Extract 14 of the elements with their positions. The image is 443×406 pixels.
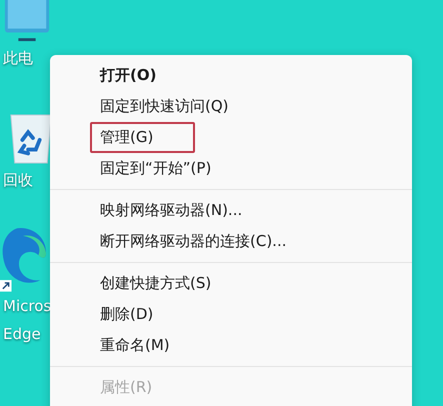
menu-item[interactable]: 删除(D): [90, 300, 164, 329]
menu-item[interactable]: 打开(O): [90, 61, 166, 90]
menu-item[interactable]: 重命名(M): [90, 331, 180, 360]
icon-label: Micros: [3, 296, 52, 317]
icon-label: Edge: [3, 324, 41, 345]
menu-item[interactable]: 断开网络驱动器的连接(C)...: [90, 227, 296, 256]
menu-item[interactable]: 创建快捷方式(S): [90, 269, 222, 298]
menu-item[interactable]: 映射网络驱动器(N)...: [90, 196, 252, 225]
menu-item[interactable]: 固定到快速访问(Q): [90, 92, 239, 121]
menu-item[interactable]: 固定到“开始”(P): [90, 154, 222, 183]
icon-label: 回收: [3, 170, 33, 191]
icon-label: 此电: [3, 48, 33, 69]
monitor-icon[interactable]: [3, 0, 51, 44]
menu-item[interactable]: 管理(G): [90, 122, 196, 153]
